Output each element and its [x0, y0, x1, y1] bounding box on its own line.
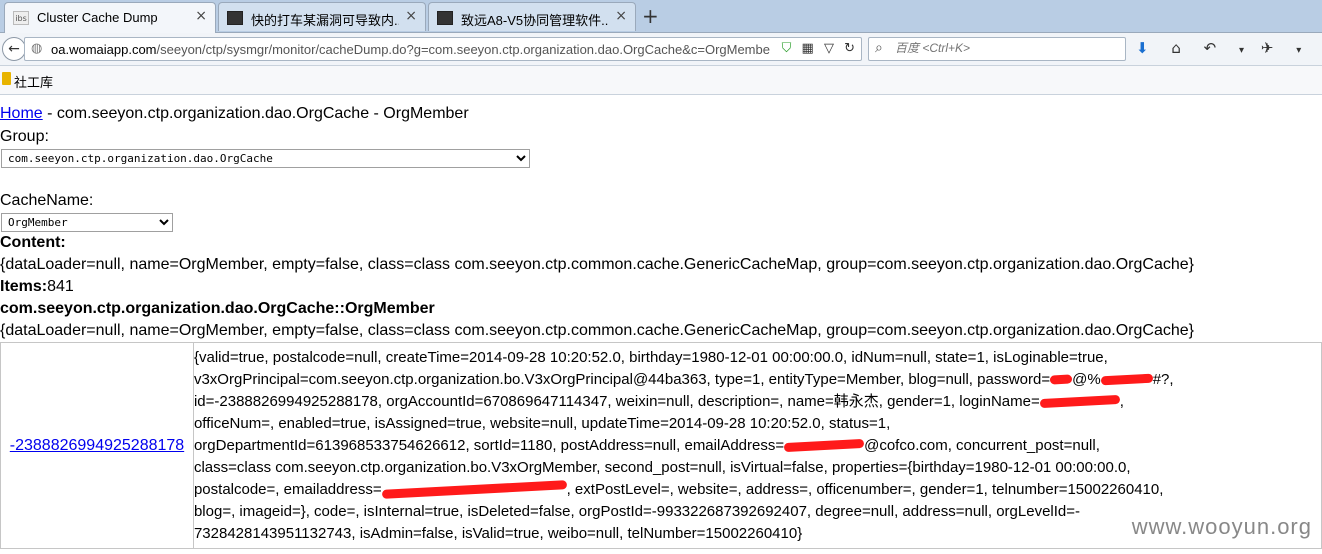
page-content: Home - com.seeyon.ctp.organization.dao.O…: [0, 96, 1322, 554]
breadcrumb-path: - com.seeyon.ctp.organization.dao.OrgCac…: [42, 105, 469, 122]
menu-dropdown-icon[interactable]: ▾: [1239, 45, 1244, 56]
wooyun-favicon-icon: [227, 11, 243, 25]
navigation-bar: ← ◍ oa.womaiapp.com/seeyon/ctp/sysmgr/mo…: [0, 33, 1322, 66]
dropdown-icon[interactable]: ▽: [824, 41, 834, 56]
redaction-mark: [381, 480, 567, 499]
value-line: {valid=true, postalcode=null, createTime…: [193, 348, 1108, 366]
tab-title: 快的打车某漏洞可导致内...: [251, 13, 399, 28]
shield-icon[interactable]: ⛉: [782, 41, 792, 56]
wooyun-favicon-icon: [437, 11, 453, 25]
tab-title: 致远A8-V5协同管理软件...: [461, 13, 609, 28]
value-line: postalcode=, emailaddress=, extPostLevel…: [193, 480, 1164, 499]
home-link[interactable]: Home: [0, 105, 43, 122]
row-key-link[interactable]: -2388826994925288178: [10, 437, 184, 454]
breadcrumb: Home - com.seeyon.ctp.organization.dao.O…: [0, 105, 469, 123]
items-label: Items:: [0, 278, 48, 295]
redaction-mark: [1049, 374, 1073, 385]
close-tab-icon[interactable]: ×: [405, 8, 417, 24]
cachename-label: CacheName:: [0, 192, 94, 209]
redaction-mark: [1039, 394, 1120, 409]
group-select[interactable]: com.seeyon.ctp.organization.dao.OrgCache: [1, 149, 530, 168]
search-input[interactable]: [895, 41, 1115, 55]
group-label: Group:: [0, 128, 49, 145]
watermark: www.wooyun.org: [1131, 514, 1312, 539]
arrow-left-icon: ←: [8, 41, 20, 57]
redaction-mark: [1100, 373, 1153, 386]
tab-cluster-cache-dump[interactable]: ibs Cluster Cache Dump ×: [4, 2, 216, 33]
extension-icon[interactable]: ✈: [1261, 39, 1274, 57]
search-bar[interactable]: ⌕: [868, 37, 1126, 61]
content-text: {dataLoader=null, name=OrgMember, empty=…: [0, 256, 1194, 273]
value-line: v3xOrgPrincipal=com.seeyon.ctp.organizat…: [193, 370, 1174, 388]
close-tab-icon[interactable]: ×: [615, 8, 627, 24]
tab-kuaidi-vuln[interactable]: 快的打车某漏洞可导致内... ×: [218, 2, 426, 31]
content-label: Content:: [0, 234, 66, 251]
items-table: -2388826994925288178 {valid=true, postal…: [0, 342, 1322, 549]
url-text[interactable]: oa.womaiapp.com/seeyon/ctp/sysmgr/monito…: [51, 42, 776, 57]
back-button[interactable]: ←: [2, 37, 26, 61]
qr-code-icon[interactable]: ▦: [802, 41, 814, 56]
row-key-cell: -2388826994925288178: [0, 342, 194, 549]
value-line: class=class com.seeyon.ctp.organization.…: [193, 458, 1131, 476]
new-tab-button[interactable]: +: [642, 4, 659, 28]
table-row: -2388826994925288178 {valid=true, postal…: [0, 342, 1322, 549]
menu-dropdown-icon[interactable]: ▾: [1296, 45, 1301, 56]
section-title: com.seeyon.ctp.organization.dao.OrgCache…: [0, 300, 435, 317]
reload-icon[interactable]: ↻: [844, 41, 855, 56]
value-line: officeNum=, enabled=true, isAssigned=tru…: [193, 414, 891, 432]
items-line: Items:841: [0, 278, 74, 296]
redaction-mark: [783, 438, 865, 453]
bookmarks-bar: 社工库: [0, 66, 1322, 95]
address-bar[interactable]: ◍ oa.womaiapp.com/seeyon/ctp/sysmgr/moni…: [24, 37, 862, 61]
home-icon[interactable]: ⌂: [1171, 39, 1181, 57]
search-icon: ⌕: [875, 40, 883, 56]
undo-icon[interactable]: ↶: [1204, 39, 1217, 57]
items-count: 841: [47, 278, 74, 295]
value-line: id=-2388826994925288178, orgAccountId=67…: [193, 392, 1124, 410]
value-line: orgDepartmentId=613968533754626612, sort…: [193, 436, 1100, 454]
section-text: {dataLoader=null, name=OrgMember, empty=…: [0, 322, 1194, 339]
close-tab-icon[interactable]: ×: [195, 8, 207, 24]
cachename-select[interactable]: OrgMember: [1, 213, 173, 232]
tab-title: Cluster Cache Dump: [37, 10, 158, 25]
globe-icon: ◍: [31, 41, 43, 56]
tab-bar: ibs Cluster Cache Dump × 快的打车某漏洞可导致内... …: [0, 0, 1322, 33]
tab-seeyon-a8[interactable]: 致远A8-V5协同管理软件... ×: [428, 2, 636, 31]
bookmark-icon: [2, 72, 11, 85]
download-icon[interactable]: ⬇: [1136, 39, 1149, 57]
bookmark-item[interactable]: 社工库: [14, 72, 53, 91]
site-favicon-icon: ibs: [13, 11, 29, 25]
